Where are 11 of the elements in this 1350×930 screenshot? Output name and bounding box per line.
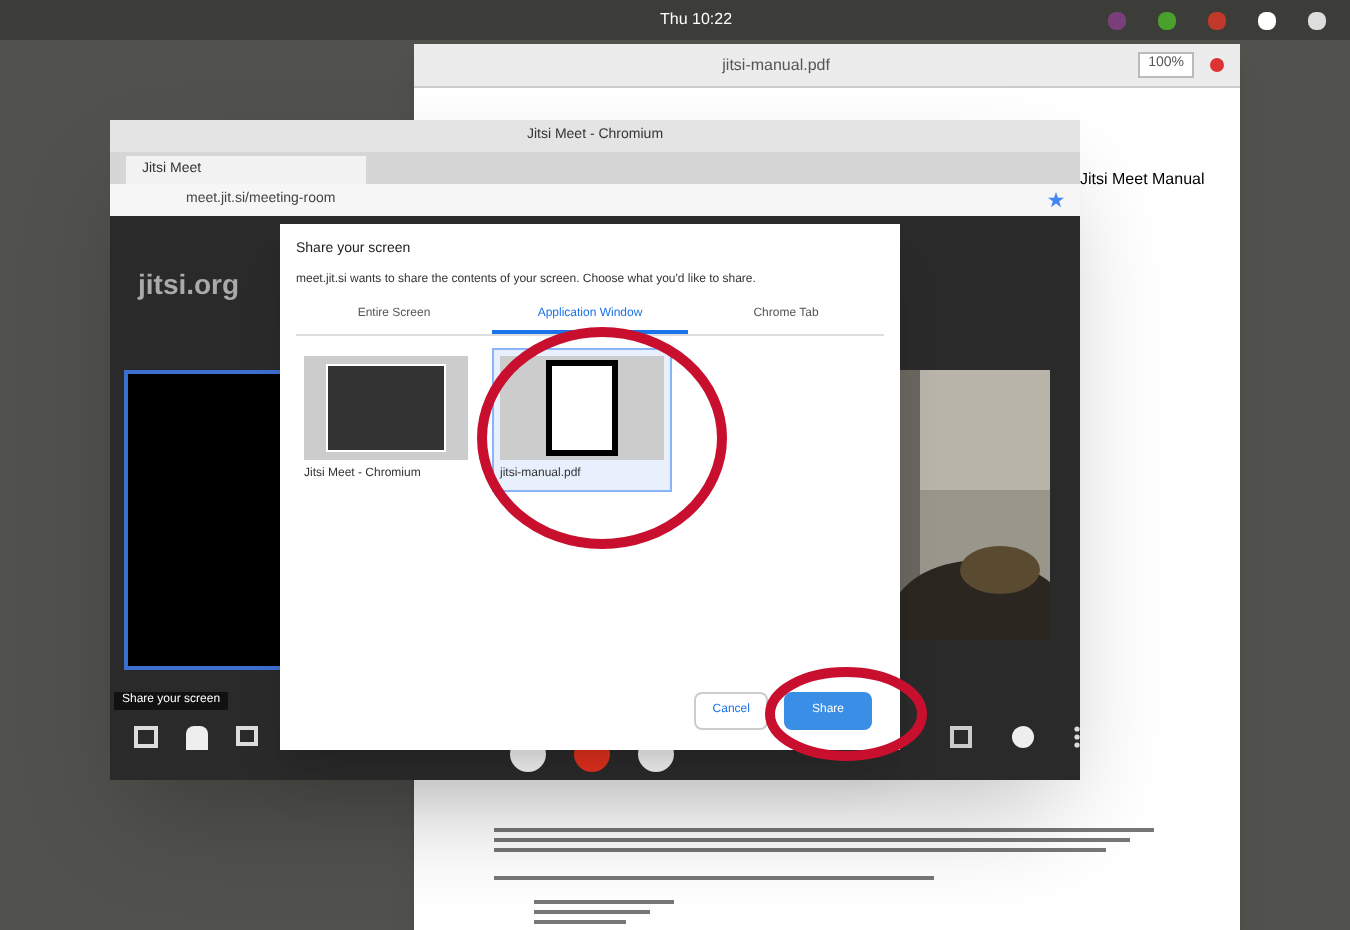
tray-icon[interactable] xyxy=(1308,11,1326,29)
thumbnail-window xyxy=(326,363,446,451)
document-heading: Jitsi Meet Manual xyxy=(1080,168,1205,192)
tray-icon[interactable] xyxy=(1258,11,1276,29)
close-icon[interactable] xyxy=(1210,58,1224,72)
thumbnail-document xyxy=(546,359,618,455)
jitsi-logo: jitsi.org xyxy=(138,266,240,304)
star-icon[interactable] xyxy=(1048,192,1064,208)
pdf-title: jitsi-manual.pdf xyxy=(722,53,830,77)
clock: Thu 10:22 xyxy=(660,8,733,32)
more-icon[interactable] xyxy=(1074,726,1080,748)
